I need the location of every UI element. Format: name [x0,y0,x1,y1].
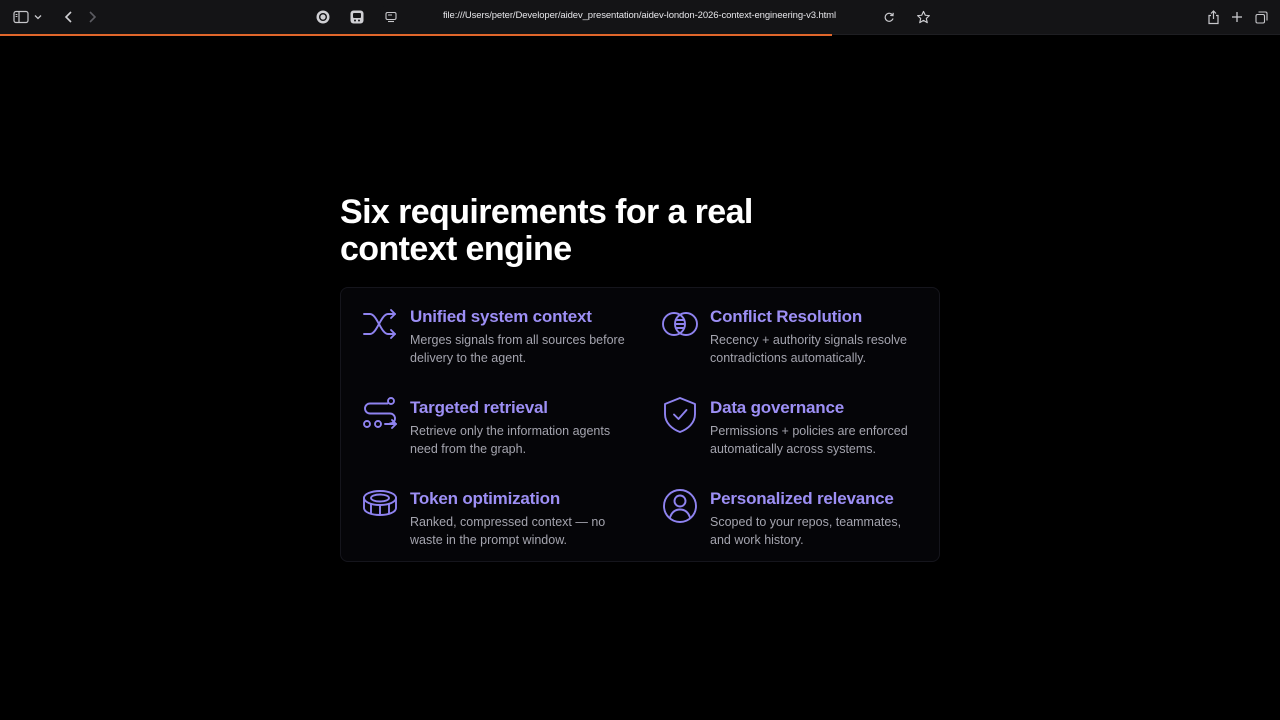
address-bar[interactable]: file:///Users/peter/Developer/aidev_pres… [380,6,902,28]
chevron-down-icon [34,14,42,20]
extension-icon [315,9,331,25]
bookmark-button[interactable] [913,7,933,27]
feature-unified-system-context: Unified system context Merges signals fr… [361,305,631,385]
feature-description: Merges signals from all sources before d… [410,333,625,365]
slide-title-line: context engine [340,230,572,268]
coins-stack-icon [361,487,399,525]
conflict-resolution-icon [661,305,699,343]
sidebar-toggle-button[interactable] [8,7,46,27]
new-tab-button[interactable] [1227,7,1247,27]
tabs-overview-icon [1254,10,1268,24]
address-url[interactable]: file:///Users/peter/Developer/aidev_pres… [443,10,836,21]
feature-personalized-relevance: Personalized relevance Scoped to your re… [661,487,931,567]
browser-toolbar: file:///Users/peter/Developer/aidev_pres… [0,0,1280,35]
forward-button[interactable] [81,7,103,27]
tabs-overview-button[interactable] [1251,7,1271,27]
feature-heading: Unified system context [410,307,592,326]
feature-token-optimization: Token optimization Ranked, compressed co… [361,487,631,567]
slide-title: Six requirements for a real context engi… [340,194,860,268]
feature-heading: Token optimization [410,489,561,508]
reload-icon [883,11,895,23]
route-icon [361,396,399,434]
feature-targeted-retrieval: Targeted retrieval Retrieve only the inf… [361,396,631,476]
feature-heading: Targeted retrieval [410,398,548,417]
feature-heading: Personalized relevance [710,489,894,508]
back-button[interactable] [58,7,80,27]
forward-icon [87,11,97,23]
feature-description: Retrieve only the information agents nee… [410,424,611,456]
page-settings-button[interactable] [382,7,400,27]
extension-button[interactable] [313,7,333,27]
feature-conflict-resolution: Conflict Resolution Recency + authority … [661,305,931,385]
back-icon [64,11,74,23]
page-load-progress-bar [0,34,832,36]
sidebar-icon [12,10,29,24]
page-settings-icon [385,11,397,23]
share-button[interactable] [1203,7,1223,27]
share-icon [1207,9,1220,25]
requirements-card: Unified system context Merges signals fr… [340,287,940,562]
feature-description: Recency + authority signals resolve cont… [710,333,907,365]
bookmark-star-icon [916,10,931,25]
user-circle-icon [661,487,699,525]
feature-heading: Data governance [710,398,844,417]
feature-description: Permissions + policies are enforced auto… [710,424,908,456]
feature-description: Ranked, compressed context — no waste in… [410,515,606,547]
new-tab-icon [1231,11,1243,23]
feature-heading: Conflict Resolution [710,307,863,326]
feature-description: Scoped to your repos, teammates, and wor… [710,515,902,547]
reload-button[interactable] [880,7,898,27]
shuffle-icon [361,305,399,343]
slide-title-line: Six requirements for a real [340,193,753,231]
shield-check-icon [661,396,699,434]
extension-icon [349,9,365,25]
feature-data-governance: Data governance Permissions + policies a… [661,396,931,476]
extension-button[interactable] [347,7,367,27]
